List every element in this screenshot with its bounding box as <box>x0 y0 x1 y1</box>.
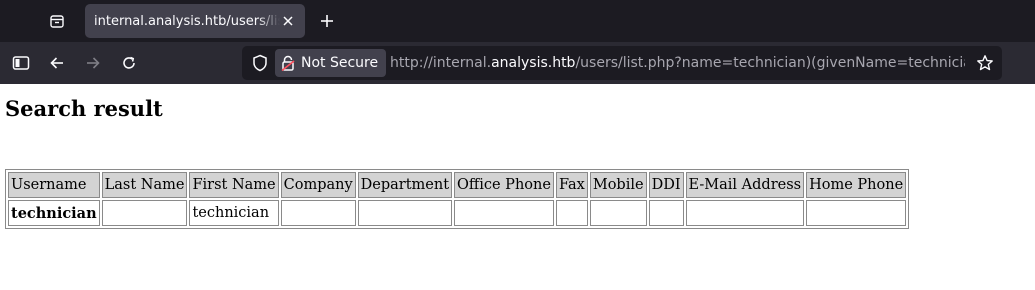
column-header: Username <box>8 172 100 198</box>
column-header: E-Mail Address <box>685 172 805 198</box>
active-tab[interactable]: internal.analysis.htb/users/list <box>85 4 305 38</box>
tab-title: internal.analysis.htb/users/list <box>94 13 280 29</box>
table-cell-email <box>685 200 805 226</box>
column-header: First Name <box>189 172 279 198</box>
table-cell-department <box>357 200 453 226</box>
table-cell-home-phone <box>806 200 907 226</box>
sidebar-icon <box>12 56 30 70</box>
star-icon <box>977 55 993 71</box>
close-icon <box>283 16 293 26</box>
column-header: Company <box>280 172 356 198</box>
table-cell-mobile <box>589 200 647 226</box>
table-header-row: Username Last Name First Name Company De… <box>8 172 907 198</box>
address-bar[interactable]: Not Secure http://internal.analysis.htb/… <box>242 46 1002 80</box>
tab-close-button[interactable] <box>279 12 297 30</box>
table-cell-ddi <box>648 200 684 226</box>
page-title: Search result <box>5 96 163 121</box>
bookmark-button[interactable] <box>975 53 995 73</box>
new-tab-button[interactable] <box>314 8 340 34</box>
url-text[interactable]: http://internal.analysis.htb/users/list.… <box>390 55 965 71</box>
results-table: Username Last Name First Name Company De… <box>5 169 910 229</box>
back-button[interactable] <box>44 50 70 76</box>
table-cell-fax <box>555 200 588 226</box>
forward-arrow-icon <box>87 57 100 69</box>
url-suffix: /users/list.php?name=technician)(givenNa… <box>575 55 965 71</box>
column-header: Department <box>357 172 453 198</box>
table-cell-username: technician <box>8 200 100 226</box>
table-cell-office-phone <box>454 200 554 226</box>
forward-button[interactable] <box>80 50 106 76</box>
column-header: Office Phone <box>454 172 554 198</box>
column-header: Last Name <box>101 172 188 198</box>
tab-overview-button[interactable] <box>44 8 70 34</box>
back-arrow-icon <box>50 57 63 69</box>
tracking-protection-button[interactable] <box>250 53 270 73</box>
nav-bar: Not Secure http://internal.analysis.htb/… <box>0 42 1035 84</box>
table-cell-first-name: technician <box>189 200 279 226</box>
page-content: Search result Username Last Name First N… <box>0 84 1035 290</box>
broken-lock-icon <box>281 55 295 71</box>
site-security-button[interactable]: Not Secure <box>275 49 387 77</box>
column-header: Home Phone <box>806 172 907 198</box>
not-secure-label: Not Secure <box>301 55 379 71</box>
sidebar-button[interactable] <box>8 50 34 76</box>
url-host: analysis.htb <box>491 55 576 71</box>
plus-icon <box>321 15 333 27</box>
tab-strip: internal.analysis.htb/users/list <box>0 0 1035 42</box>
tab-overview-icon <box>50 15 64 28</box>
table-cell-company <box>280 200 356 226</box>
table-row: technician technician <box>8 200 907 226</box>
table-cell-last-name <box>101 200 188 226</box>
column-header: DDI <box>648 172 684 198</box>
url-prefix: http://internal. <box>390 55 492 71</box>
reload-icon <box>123 56 135 69</box>
reload-button[interactable] <box>116 50 142 76</box>
column-header: Mobile <box>589 172 647 198</box>
shield-icon <box>253 54 267 72</box>
column-header: Fax <box>555 172 588 198</box>
